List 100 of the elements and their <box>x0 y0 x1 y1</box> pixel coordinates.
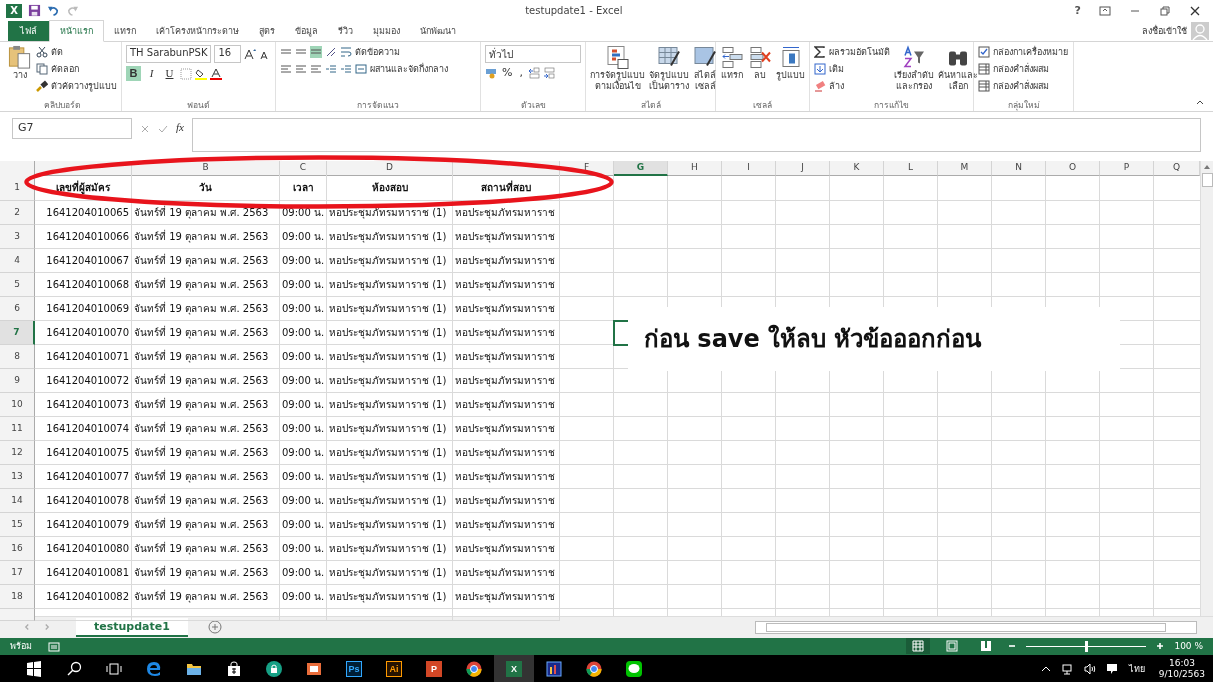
row-header[interactable]: 5 <box>0 272 35 297</box>
chrome-icon[interactable] <box>466 660 482 677</box>
ribbon-tab[interactable]: สูตร <box>249 21 285 42</box>
clipboard-icon[interactable] <box>8 45 32 71</box>
copy-button[interactable]: คัดลอก <box>51 62 79 77</box>
control-button[interactable]: กล่องคำสั่งผสม <box>993 79 1049 94</box>
network-icon[interactable] <box>1061 662 1074 675</box>
bar-chart-icon[interactable] <box>546 660 562 677</box>
row-header[interactable]: 11 <box>0 416 35 441</box>
fill-color-icon[interactable] <box>195 67 207 80</box>
column-header[interactable]: K <box>830 160 884 176</box>
row-header[interactable]: 12 <box>0 440 35 465</box>
column-header[interactable]: O <box>1046 160 1100 176</box>
ribbon-tab[interactable]: นักพัฒนา <box>410 21 466 42</box>
sign-in-link[interactable]: ลงชื่อเข้าใช้ <box>1142 24 1187 39</box>
vertical-scrollbar[interactable] <box>1200 160 1213 616</box>
comma-button[interactable]: , <box>517 66 525 80</box>
app-icon[interactable]: Ps <box>346 660 362 677</box>
column-header[interactable]: N <box>992 160 1046 176</box>
wrap-text-button[interactable]: ตัดข้อความ <box>355 45 400 60</box>
row-header[interactable]: 9 <box>0 368 35 393</box>
normal-view-icon[interactable] <box>906 638 931 655</box>
row-header[interactable]: 16 <box>0 536 35 561</box>
column-header[interactable]: L <box>884 160 938 176</box>
percent-button[interactable]: % <box>500 66 515 80</box>
column-header[interactable]: D <box>327 160 453 176</box>
row-header[interactable]: 18 <box>0 584 35 609</box>
presentation-icon[interactable] <box>306 660 322 677</box>
close-icon[interactable] <box>1189 4 1201 17</box>
cell-styles-button[interactable]: สไตล์ เซลล์ <box>694 70 716 93</box>
notification-icon[interactable] <box>1105 662 1118 675</box>
scroll-thumb[interactable] <box>1201 172 1213 187</box>
shopping-bag-icon[interactable] <box>226 660 242 677</box>
clock-time[interactable]: 16:03 <box>1168 657 1195 669</box>
row-header[interactable]: 6 <box>0 296 35 321</box>
row-header[interactable]: 4 <box>0 248 35 273</box>
speaker-icon[interactable] <box>1083 662 1096 675</box>
ribbon-tab[interactable]: แทรก <box>104 21 146 42</box>
insert-function-button[interactable]: fx <box>176 121 184 134</box>
insert-button[interactable]: แทรก <box>721 70 743 82</box>
clear-button[interactable]: ล้าง <box>829 79 844 94</box>
save-icon[interactable] <box>28 4 41 18</box>
row-header[interactable]: 2 <box>0 200 35 225</box>
underline-button[interactable]: U <box>162 66 177 82</box>
task-view-icon[interactable] <box>106 660 122 677</box>
chrome-icon[interactable] <box>586 660 602 677</box>
ribbon-tab[interactable]: เค้าโครงหน้ากระดาษ <box>146 21 249 42</box>
row-header[interactable]: 8 <box>0 344 35 369</box>
fill-button[interactable]: เติม <box>829 62 844 77</box>
italic-button[interactable]: I <box>144 66 159 82</box>
align-icon[interactable] <box>310 46 322 59</box>
row-header[interactable]: 13 <box>0 464 35 489</box>
app-icon[interactable]: X <box>506 660 522 677</box>
font-color-icon[interactable] <box>210 67 222 80</box>
ribbon-tab[interactable]: ข้อมูล <box>285 21 328 42</box>
format-button[interactable]: รูปแบบ <box>776 70 805 82</box>
delete-button[interactable]: ลบ <box>754 70 766 82</box>
app-icon[interactable]: Ai <box>386 660 402 677</box>
row-header[interactable]: 15 <box>0 512 35 537</box>
format-as-table-button[interactable]: จัดรูปแบบ เป็นตาราง <box>649 70 689 93</box>
column-header[interactable]: H <box>668 160 722 176</box>
ribbon-display-icon[interactable] <box>1099 4 1111 17</box>
row-header[interactable]: 14 <box>0 488 35 513</box>
bold-button[interactable]: B <box>126 66 141 82</box>
sheet-tab[interactable]: testupdate1 <box>76 617 188 637</box>
font-size-dropdown[interactable]: 16 <box>214 45 241 64</box>
ribbon-tab[interactable]: หน้าแรก <box>49 20 104 43</box>
increase-decimal-icon[interactable] <box>527 66 540 79</box>
cut-button[interactable]: ตัด <box>51 45 63 60</box>
currency-icon[interactable] <box>485 66 497 79</box>
control-button[interactable]: กล่องคำสั่งผสม <box>993 62 1049 77</box>
format-painter-button[interactable]: ตัวคัดวางรูปแบบ <box>51 79 117 94</box>
zoom-slider-thumb[interactable] <box>1085 640 1089 652</box>
browser-e-icon[interactable] <box>146 660 162 677</box>
chat-bubble-icon[interactable] <box>626 660 642 677</box>
restore-icon[interactable] <box>1159 4 1171 17</box>
ribbon-tab[interactable]: มุมมอง <box>363 21 410 42</box>
lock-icon[interactable] <box>266 660 282 677</box>
column-header[interactable]: I <box>722 160 776 176</box>
merge-center-button[interactable]: ผสานและจัดกึ่งกลาง <box>370 62 448 77</box>
name-box[interactable]: G7 <box>12 118 132 140</box>
language-indicator[interactable]: ไทย <box>1128 661 1145 676</box>
column-header[interactable]: Q <box>1154 160 1200 176</box>
clock-date[interactable]: 9/10/2563 <box>1158 668 1205 680</box>
checkmark-icon[interactable] <box>158 124 168 135</box>
column-header[interactable]: C <box>280 160 327 176</box>
zoom-in-icon[interactable] <box>1156 642 1165 651</box>
undo-icon[interactable] <box>47 4 60 18</box>
formula-input[interactable] <box>191 118 1201 153</box>
find-select-button[interactable]: ค้นหาและ เลือก <box>938 70 978 93</box>
app-icon[interactable]: P <box>426 660 442 677</box>
autosum-button[interactable]: ผลรวมอัตโนมัติ <box>829 45 890 60</box>
row-header[interactable]: 17 <box>0 560 35 585</box>
horizontal-scrollbar[interactable] <box>755 620 1197 634</box>
column-header[interactable]: M <box>938 160 992 176</box>
font-name-dropdown[interactable]: TH SarabunPSK <box>126 45 212 64</box>
zoom-level[interactable]: 100 % <box>1174 641 1203 652</box>
windows-start-icon[interactable] <box>26 660 42 677</box>
column-header[interactable]: P <box>1100 160 1154 176</box>
number-format-dropdown[interactable]: ทั่วไป <box>485 45 581 64</box>
